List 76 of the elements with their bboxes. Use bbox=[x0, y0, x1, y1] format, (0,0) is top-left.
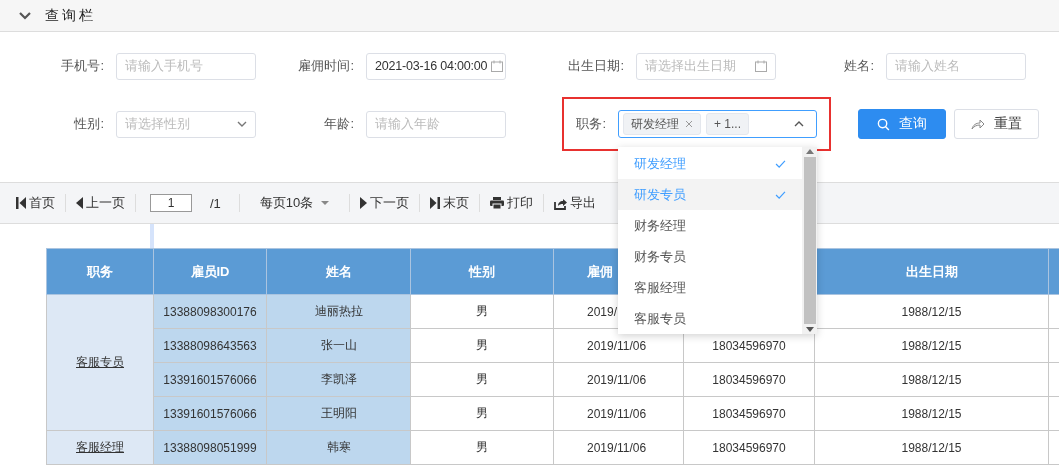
scroll-down-arrow-icon[interactable] bbox=[805, 327, 814, 332]
table-cell: 1988/12/15 bbox=[901, 440, 962, 455]
table-cell: 13388098643563 bbox=[163, 338, 257, 353]
column-resize-handle[interactable] bbox=[150, 224, 154, 248]
first-page-button[interactable]: 首页 bbox=[16, 194, 55, 212]
table-cell: 1988/12/15 bbox=[901, 406, 962, 421]
table-cell: 王明阳 bbox=[320, 406, 357, 420]
calendar-icon bbox=[755, 60, 767, 72]
table-cell: 1988/12/15 bbox=[901, 338, 962, 353]
table-cell: 男 bbox=[476, 372, 488, 386]
table-cell: 13388098051999 bbox=[163, 440, 257, 455]
share-arrow-icon bbox=[971, 118, 985, 130]
previous-page-button[interactable]: 上一页 bbox=[76, 194, 125, 212]
dropdown-option[interactable]: 客服经理 bbox=[618, 272, 802, 303]
dropdown-option[interactable]: 财务经理 bbox=[618, 210, 802, 241]
page-total: /1 bbox=[210, 195, 221, 211]
field-label: 年龄: bbox=[323, 115, 355, 133]
chevron-up-icon bbox=[794, 121, 804, 127]
selected-tag: 研发经理 bbox=[623, 113, 701, 135]
more-tag: + 1... bbox=[706, 113, 750, 135]
skip-forward-icon bbox=[430, 197, 441, 209]
table-cell: 2019/11/06 bbox=[587, 406, 647, 421]
table-cell: 1988/12/15 bbox=[901, 304, 962, 319]
table-cell: 1988/12/15 bbox=[901, 372, 962, 387]
table-cell: 18034596970 bbox=[712, 372, 786, 387]
job-title-link[interactable]: 客服经理 bbox=[76, 440, 124, 454]
close-icon[interactable] bbox=[685, 120, 693, 128]
field-label: 手机号: bbox=[60, 57, 105, 75]
field-label: 职务: bbox=[575, 115, 607, 133]
dropdown-option[interactable]: 财务专员 bbox=[618, 241, 802, 272]
page-number-field[interactable]: 1 bbox=[150, 194, 192, 212]
table-cell: 18034596970 bbox=[712, 338, 786, 353]
table-cell: 2019/11/06 bbox=[587, 372, 647, 387]
table-cell: 男 bbox=[476, 406, 488, 420]
table-cell: 男 bbox=[476, 304, 488, 318]
next-page-button[interactable]: 下一页 bbox=[360, 194, 410, 212]
date-field[interactable]: 2021-03-16 04:00:00 bbox=[366, 52, 506, 80]
table-cell: 13388098300176 bbox=[163, 304, 257, 319]
page-size-dropdown[interactable]: 每页10条 bbox=[249, 194, 340, 212]
triangle-right-icon bbox=[360, 197, 368, 209]
table-cell: 2019/ bbox=[587, 304, 618, 319]
table-cell: 18034596970 bbox=[712, 406, 786, 421]
panel-header[interactable]: 查询栏 bbox=[0, 0, 1059, 32]
skip-back-icon bbox=[16, 197, 26, 209]
table-cell: 男 bbox=[476, 440, 488, 454]
table-cell: 2019/11/06 bbox=[587, 440, 647, 455]
table-cell: 18034596970 bbox=[712, 440, 786, 455]
table-cell: 2019/11/06 bbox=[587, 338, 647, 353]
search-icon bbox=[877, 117, 890, 131]
calendar-icon bbox=[491, 60, 504, 72]
export-icon bbox=[554, 196, 568, 210]
reset-button[interactable]: 重置 bbox=[954, 109, 1039, 139]
table-cell: 张一山 bbox=[320, 338, 357, 352]
field-label: 雇佣时间: bbox=[297, 57, 355, 75]
job-title-link[interactable]: 客服专员 bbox=[76, 355, 124, 369]
checkmark-icon bbox=[775, 159, 786, 168]
field-label: 姓名: bbox=[843, 57, 875, 75]
table-cell: 男 bbox=[476, 338, 488, 352]
field-label: 性别: bbox=[73, 115, 105, 133]
printer-icon bbox=[490, 197, 505, 209]
print-button[interactable]: 打印 bbox=[490, 194, 534, 212]
panel-title: 查询栏 bbox=[45, 6, 96, 25]
last-page-button[interactable]: 末页 bbox=[430, 194, 470, 212]
caret-down-icon bbox=[321, 201, 330, 205]
export-button[interactable]: 导出 bbox=[554, 194, 597, 212]
table-cell: 李凯泽 bbox=[320, 372, 357, 386]
field-label: 出生日期: bbox=[567, 57, 625, 75]
table-cell: 迪丽热拉 bbox=[314, 304, 363, 318]
checkmark-icon bbox=[775, 190, 786, 199]
triangle-left-icon bbox=[76, 197, 83, 209]
scrollbar[interactable] bbox=[802, 147, 817, 334]
table-cell: 韩寒 bbox=[326, 440, 351, 454]
chevron-down-icon bbox=[237, 121, 247, 127]
table-cell: 13391601576066 bbox=[163, 406, 257, 421]
scroll-up-arrow-icon[interactable] bbox=[805, 149, 814, 154]
table-cell: 13391601576066 bbox=[163, 372, 257, 387]
